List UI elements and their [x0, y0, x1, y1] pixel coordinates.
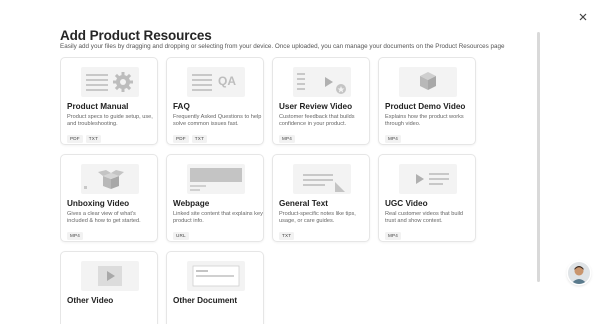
- user-avatar[interactable]: [568, 262, 590, 284]
- dialog-title: Add Product Resources: [60, 28, 212, 43]
- play-icon: [325, 77, 333, 87]
- vertical-scrollbar[interactable]: [537, 32, 540, 282]
- file-type-tag: MP4: [279, 135, 296, 143]
- card-webpage[interactable]: Webpage Linked site content that explain…: [166, 154, 264, 242]
- product-manual-thumbnail: [81, 67, 139, 97]
- product-demo-video-thumbnail: [399, 67, 457, 97]
- play-icon: [416, 174, 424, 184]
- card-title: Other Video: [67, 296, 114, 305]
- card-ugc-video[interactable]: UGC Video Real customer videos that buil…: [378, 154, 476, 242]
- close-icon: [579, 13, 587, 21]
- card-product-demo-video[interactable]: Product Demo Video Explains how the prod…: [378, 57, 476, 145]
- file-type-tags: PDF TXT: [67, 135, 102, 143]
- ugc-video-thumbnail: [399, 164, 457, 194]
- card-description: Gives a clear view of what's included & …: [67, 211, 141, 224]
- dialog-subtitle: Easily add your files by dragging and dr…: [60, 43, 505, 50]
- file-type-tag: TXT: [85, 135, 102, 143]
- card-description: Product-specific notes like tips, usage,…: [279, 211, 356, 224]
- box-icon: [420, 72, 436, 90]
- file-type-tags: MP4: [279, 135, 296, 143]
- file-type-tags: PDF TXT: [173, 135, 208, 143]
- file-type-tags: MP4: [385, 232, 402, 240]
- card-title: Product Demo Video: [385, 102, 466, 111]
- file-type-tag: TXT: [279, 232, 295, 240]
- open-box-icon: [98, 170, 124, 189]
- card-title: Product Manual: [67, 102, 129, 111]
- card-description: Customer feedback that builds confidence…: [279, 114, 355, 127]
- card-description: Explains how the product works through v…: [385, 114, 464, 127]
- close-button[interactable]: [576, 10, 590, 24]
- faq-thumbnail: QA: [187, 67, 245, 97]
- file-type-tag: PDF: [67, 135, 83, 143]
- card-title: User Review Video: [279, 102, 353, 111]
- card-description: Real customer videos that build trust an…: [385, 211, 464, 224]
- card-product-manual[interactable]: Product Manual Product specs to guide se…: [60, 57, 158, 145]
- card-title: Unboxing Video: [67, 199, 130, 208]
- card-other-video[interactable]: Other Video: [60, 251, 158, 324]
- card-description: Linked site content that explains key pr…: [173, 211, 263, 224]
- card-unboxing-video[interactable]: Unboxing Video Gives a clear view of wha…: [60, 154, 158, 242]
- card-title: General Text: [279, 199, 328, 208]
- file-type-tag: MP4: [385, 232, 402, 240]
- qa-icon: QA: [218, 74, 236, 88]
- folded-corner-icon: [335, 182, 345, 192]
- resource-grid: Product Manual Product specs to guide se…: [60, 57, 480, 324]
- card-other-document[interactable]: Other Document: [166, 251, 264, 324]
- general-text-thumbnail: [293, 164, 351, 194]
- file-type-tags: MP4: [67, 232, 84, 240]
- other-video-thumbnail: [81, 261, 139, 291]
- user-review-video-thumbnail: [293, 67, 351, 97]
- file-type-tags: URL: [173, 232, 189, 240]
- card-description: Product specs to guide setup, use, and t…: [67, 114, 153, 127]
- file-type-tag: TXT: [191, 135, 208, 143]
- gear-icon: [113, 72, 133, 92]
- card-description: Frequently Asked Questions to help solve…: [173, 114, 262, 127]
- card-title: FAQ: [173, 102, 190, 111]
- webpage-thumbnail: [187, 164, 245, 194]
- file-type-tag: URL: [173, 232, 189, 240]
- file-type-tag: MP4: [67, 232, 84, 240]
- card-title: Other Document: [173, 296, 238, 305]
- card-user-review-video[interactable]: User Review Video Customer feedback that…: [272, 57, 370, 145]
- file-type-tags: MP4: [385, 135, 402, 143]
- file-type-tag: MP4: [385, 135, 402, 143]
- file-type-tag: PDF: [173, 135, 189, 143]
- card-general-text[interactable]: General Text Product-specific notes like…: [272, 154, 370, 242]
- card-title: UGC Video: [385, 199, 428, 208]
- card-title: Webpage: [173, 199, 210, 208]
- file-type-tags: TXT: [279, 232, 295, 240]
- card-faq[interactable]: QA FAQ Frequently Asked Questions to hel…: [166, 57, 264, 145]
- other-document-thumbnail: [187, 261, 245, 291]
- unboxing-video-thumbnail: [81, 164, 139, 194]
